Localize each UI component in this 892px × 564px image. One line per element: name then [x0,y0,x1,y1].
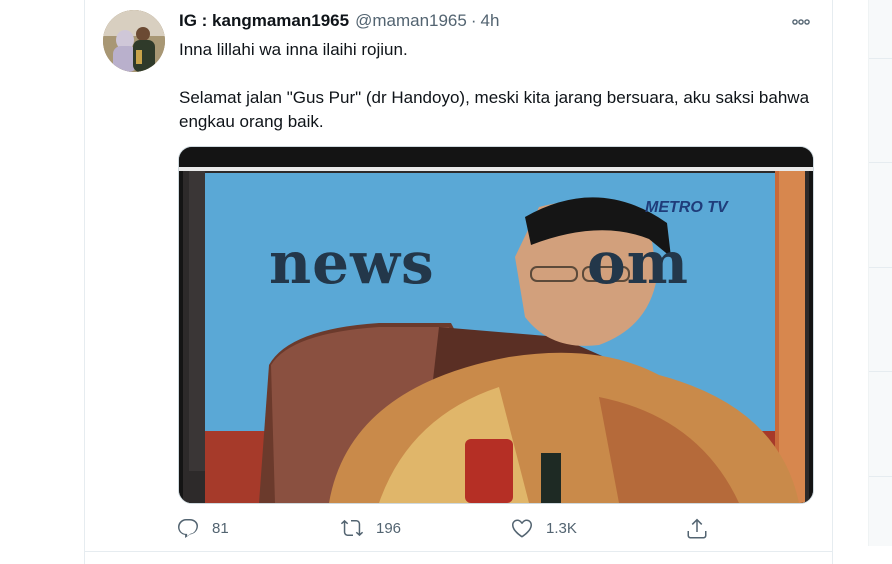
tweet-header: IG : kangmaman1965 @maman1965 · 4h [179,11,499,33]
tweet-divider [84,551,832,552]
divider [869,371,892,372]
right-sidebar-card [868,0,892,546]
tweet-timestamp[interactable]: 4h [481,11,500,31]
display-name[interactable]: IG : kangmaman1965 [179,11,349,31]
left-gutter [0,0,84,564]
avatar[interactable] [103,10,165,72]
retweet-count: 196 [376,519,402,537]
divider [869,267,892,268]
divider [869,476,892,477]
tweet-text-paragraph: Selamat jalan "Gus Pur" (dr Handoyo), me… [179,88,810,131]
user-handle[interactable]: @maman1965 [355,11,467,31]
retweet-button[interactable]: 196 [340,512,401,544]
retweet-icon [340,519,364,537]
more-dots-icon[interactable] [786,12,816,32]
timeline-border-left [84,0,85,564]
tweet-text-line: Inna lillahi wa inna ilaihi rojiun. [179,40,408,59]
separator-dot: · [470,11,477,30]
tweet-media-image[interactable]: news om METRO TV [178,146,814,504]
like-button[interactable]: 1.3K [510,512,577,544]
tweet-text: Inna lillahi wa inna ilaihi rojiun. Sela… [179,38,819,134]
share-button[interactable] [685,512,709,544]
channel-logo: METRO TV [645,199,728,216]
reply-count: 81 [212,519,229,537]
divider [869,162,892,163]
divider [869,58,892,59]
studio-backdrop-text: news [269,229,435,297]
reply-icon [178,519,198,538]
reply-button[interactable]: 81 [176,512,229,544]
heart-icon [512,519,532,538]
studio-backdrop-text-end: om [587,229,690,297]
tweet-actions: 81 196 1.3K [176,512,736,544]
share-icon [687,518,707,539]
like-count: 1.3K [546,519,577,537]
